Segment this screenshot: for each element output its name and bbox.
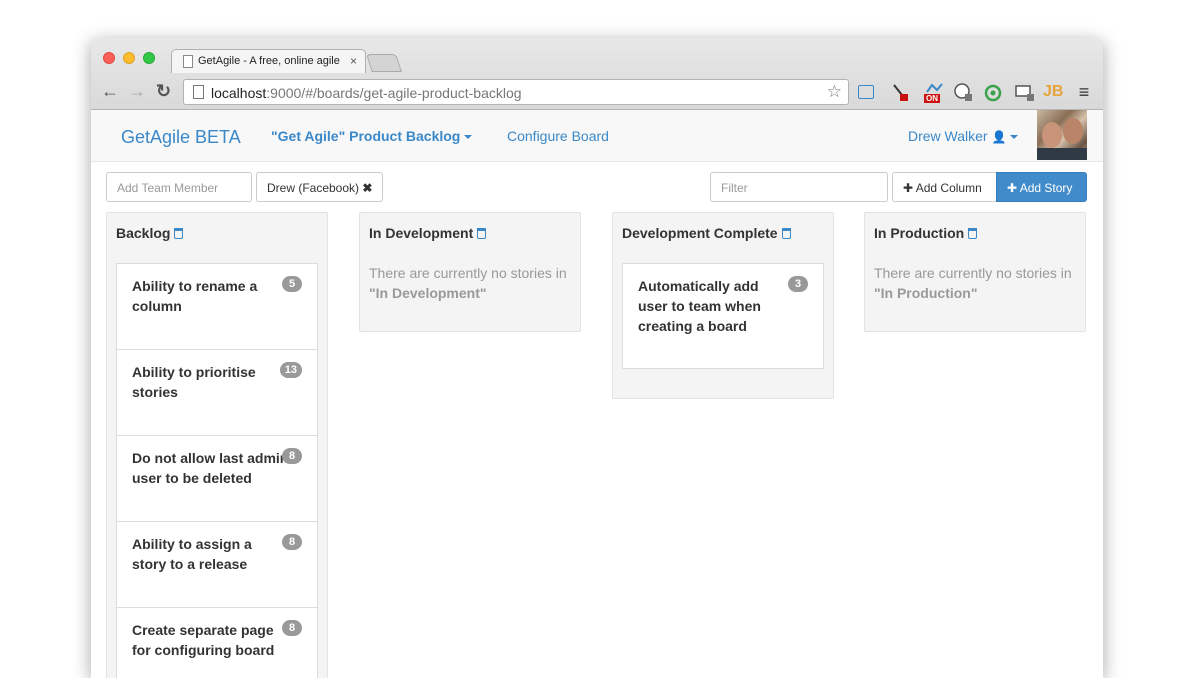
story-points-badge: 13 [279,362,302,378]
story-card[interactable]: Ability to assign a story to a release 8 [116,521,318,608]
story-title: Ability to prioritise stories [132,364,256,400]
back-icon[interactable]: ← [101,82,119,100]
plus-icon: ✚ [1007,181,1018,195]
plus-icon: ✚ [903,181,914,195]
add-story-label: Add Story [1019,181,1073,195]
empty-column-message: There are currently no stories in "In De… [369,265,567,301]
story-card[interactable]: Do not allow last admin user to be delet… [116,435,318,522]
story-title: Ability to rename a column [132,278,258,314]
team-member-name: Drew (Facebook) [267,181,360,195]
story-points-badge: 8 [282,534,302,550]
page-icon [183,55,193,68]
browser-tab[interactable]: GetAgile - A free, online agile × [171,49,366,73]
brand-link[interactable]: GetAgile BETA [121,127,241,148]
user-dropdown[interactable]: Drew Walker 👤 [908,128,1019,144]
story-card[interactable]: Ability to rename a column 5 [116,263,318,350]
chevron-down-icon [464,135,473,140]
add-story-button[interactable]: ✚ Add Story [996,172,1087,202]
column-title: Development Complete [622,225,791,241]
team-member-chip: Drew (Facebook) ✖ [256,172,384,202]
empty-column-message: There are currently no stories in "In Pr… [874,265,1072,301]
add-column-button[interactable]: ✚ Add Column [892,172,997,202]
add-column-label: Add Column [915,181,982,195]
browser-window: GetAgile - A free, online agile × ← → ↻ … [91,38,1103,678]
avatar[interactable] [1037,110,1087,160]
window-extension-icon[interactable] [1015,82,1035,102]
page-info-icon[interactable] [193,85,204,99]
tab-title: GetAgile - A free, online agile [198,55,340,67]
on-extension-icon[interactable]: ON [922,82,946,103]
reload-icon[interactable]: ↻ [156,82,171,100]
story-points-badge: 5 [282,276,302,292]
trash-icon[interactable] [174,228,184,239]
story-title: Create separate page for configuring boa… [132,622,275,658]
column-title: Backlog [116,225,184,241]
chevron-down-icon [1010,135,1019,140]
board-dropdown[interactable]: "Get Agile" Product Backlog [271,128,473,144]
story-points-badge: 8 [282,448,302,464]
browser-chrome: GetAgile - A free, online agile × ← → ↻ … [91,38,1103,110]
trash-icon[interactable] [968,228,978,239]
story-title: Ability to assign a story to a release [132,536,252,572]
menu-icon[interactable]: ≡ [1074,82,1094,102]
forward-icon[interactable]: → [128,82,146,100]
remove-member-icon[interactable]: ✖ [362,181,372,195]
column-backlog: Backlog Ability to rename a column 5 Abi… [106,212,328,678]
column-in-development: In Development There are currently no st… [359,212,581,332]
close-window-button[interactable] [103,52,115,64]
story-card[interactable]: Automatically add user to team when crea… [622,263,824,369]
column-title: In Development [369,225,487,241]
bookmark-star-icon[interactable]: ☆ [827,82,842,102]
new-tab-button[interactable] [366,54,402,72]
user-name: Drew Walker [908,128,988,144]
story-points-badge: 8 [282,620,302,636]
user-icon: 👤 [991,130,1007,144]
address-bar[interactable]: localhost:9000/#/boards/get-agile-produc… [183,79,849,105]
app-navbar: GetAgile BETA "Get Agile" Product Backlo… [91,110,1103,162]
story-title: Do not allow last admin user to be delet… [132,450,289,486]
trash-icon[interactable] [781,228,791,239]
story-points-badge: 3 [788,276,808,292]
jetbrains-extension-icon[interactable]: JB [1043,82,1063,102]
column-title: In Production [874,225,978,241]
maximize-window-button[interactable] [143,52,155,64]
close-tab-icon[interactable]: × [350,54,357,68]
column-in-production: In Production There are currently no sto… [864,212,1086,332]
column-development-complete: Development Complete Automatically add u… [612,212,834,399]
filter-input[interactable]: Filter [710,172,888,202]
phone-extension-icon[interactable] [953,82,973,102]
evernote-extension-icon[interactable] [983,82,1003,102]
url-host: localhost [211,85,267,101]
cast-extension-icon[interactable] [858,85,874,99]
url-path: :9000/#/boards/get-agile-product-backlog [266,85,522,101]
minimize-window-button[interactable] [123,52,135,64]
story-card[interactable]: Ability to prioritise stories 13 [116,349,318,436]
eyedropper-extension-icon[interactable] [890,82,910,102]
trash-icon[interactable] [477,228,487,239]
board-name: "Get Agile" Product Backlog [271,128,461,144]
add-team-member-input[interactable]: Add Team Member [106,172,252,202]
configure-board-link[interactable]: Configure Board [507,128,609,144]
story-title: Automatically add user to team when crea… [638,278,761,334]
story-card[interactable]: Create separate page for configuring boa… [116,607,318,678]
